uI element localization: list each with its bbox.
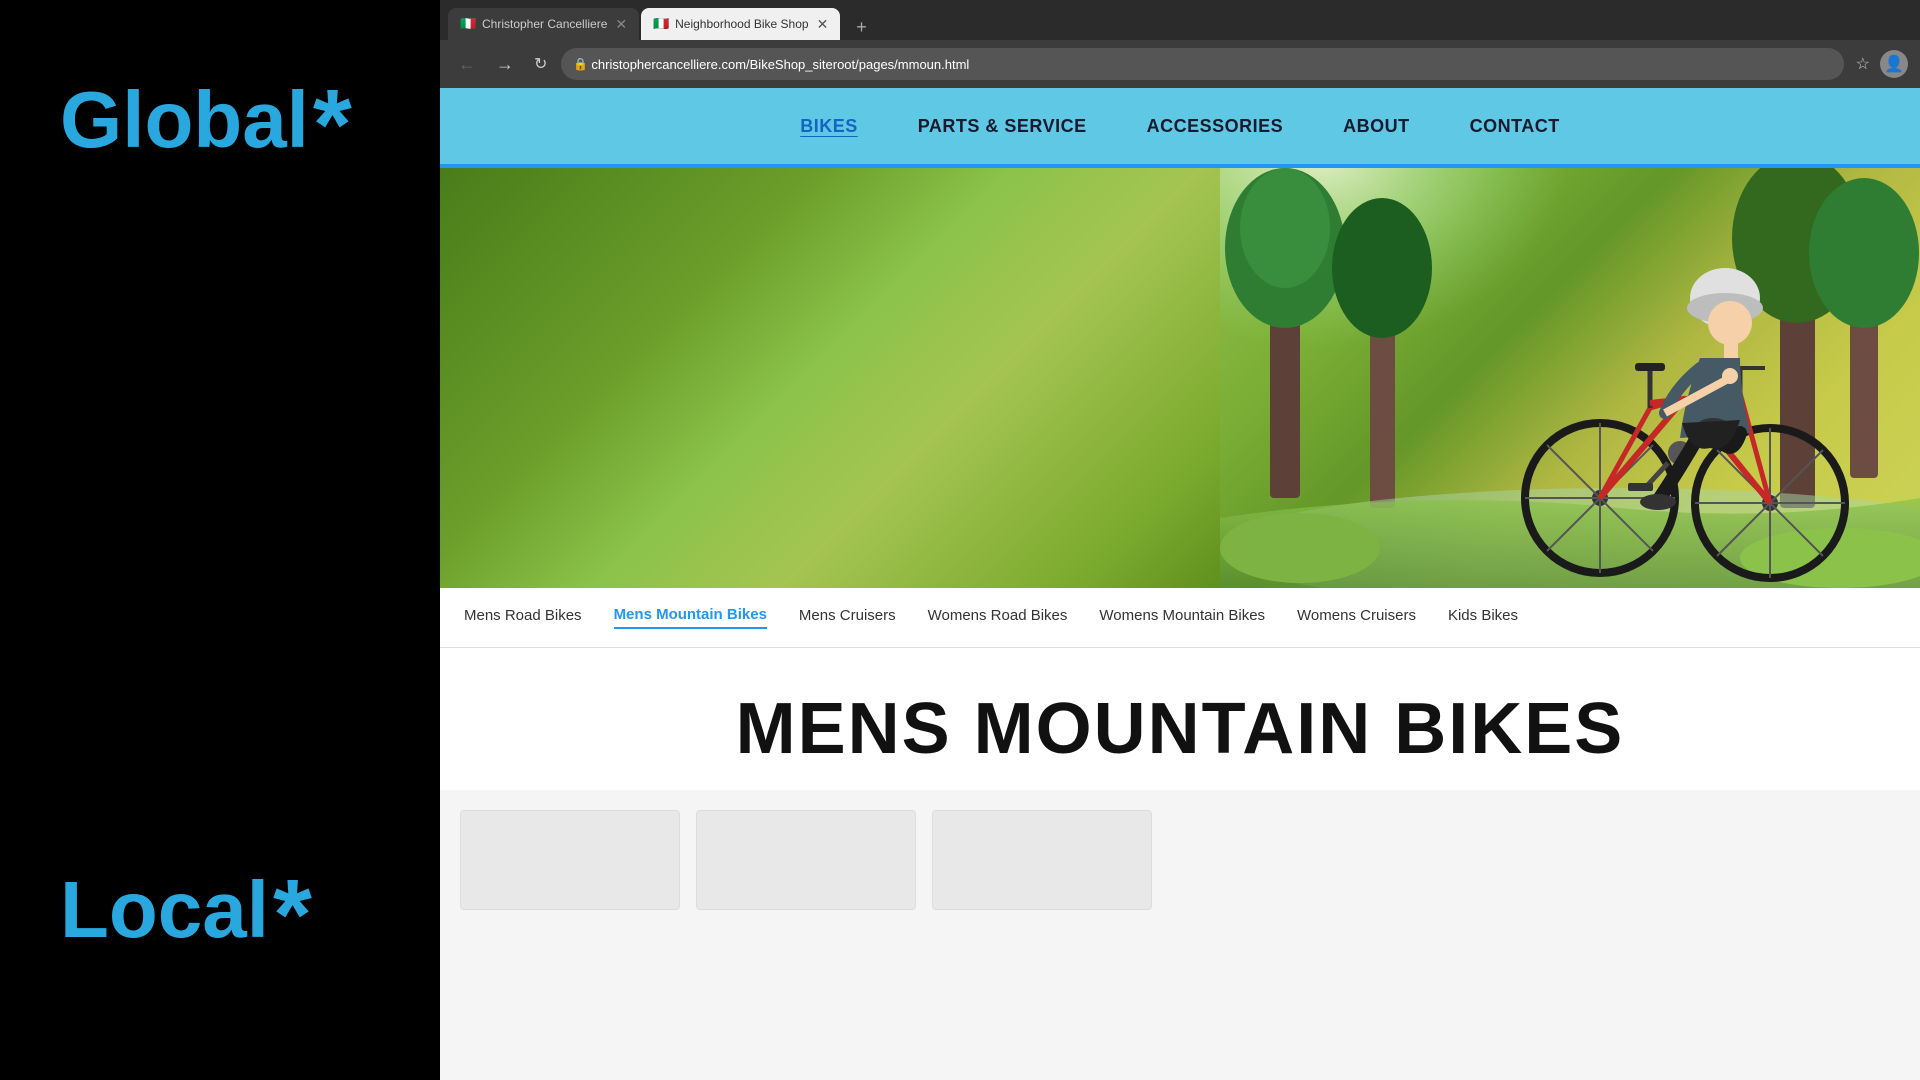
tab2-label: Neighborhood Bike Shop [675, 17, 808, 31]
address-bar: ← → ↻ 🔒 ☆ 👤 [440, 40, 1920, 88]
nav-contact[interactable]: CONTACT [1470, 116, 1560, 137]
page-title: MENS MOUNTAIN BIKES [460, 688, 1900, 770]
product-area [440, 790, 1920, 1080]
global-brand: Global * [60, 80, 400, 170]
subnav-womens-mountain[interactable]: Womens Mountain Bikes [1099, 607, 1265, 628]
browser-chrome: 🇮🇹 Christopher Cancelliere ✕ 🇮🇹 Neighbor… [440, 0, 1920, 88]
tab2-favicon: 🇮🇹 [653, 16, 669, 32]
product-card-1[interactable] [460, 810, 680, 910]
profile-avatar[interactable]: 👤 [1880, 50, 1908, 78]
sub-nav: Mens Road Bikes Mens Mountain Bikes Mens… [440, 588, 1920, 648]
local-asterisk: * [273, 870, 312, 960]
subnav-womens-cruisers[interactable]: Womens Cruisers [1297, 607, 1416, 628]
local-brand: Local * [60, 870, 400, 960]
url-input[interactable] [561, 48, 1843, 80]
global-word: Global [60, 80, 309, 160]
tab1-favicon: 🇮🇹 [460, 16, 476, 32]
tab-bar: 🇮🇹 Christopher Cancelliere ✕ 🇮🇹 Neighbor… [440, 0, 1920, 40]
refresh-button[interactable]: ↻ [528, 50, 553, 78]
tab-neighborhood-bike-shop[interactable]: 🇮🇹 Neighborhood Bike Shop ✕ [641, 8, 840, 40]
hero-image [440, 168, 1920, 588]
tab1-close-icon[interactable]: ✕ [615, 17, 627, 31]
product-card-3[interactable] [932, 810, 1152, 910]
browser-window: 🇮🇹 Christopher Cancelliere ✕ 🇮🇹 Neighbor… [440, 0, 1920, 1080]
page-title-section: MENS MOUNTAIN BIKES [440, 648, 1920, 790]
subnav-kids-bikes[interactable]: Kids Bikes [1448, 607, 1518, 628]
forward-button[interactable]: → [490, 50, 520, 79]
left-sidebar: Global * Local * [0, 0, 440, 1080]
subnav-mens-road[interactable]: Mens Road Bikes [464, 607, 582, 628]
tab2-close-icon[interactable]: ✕ [817, 17, 829, 31]
nav-parts-service[interactable]: PARTS & SERVICE [918, 116, 1087, 137]
new-tab-button[interactable]: + [846, 14, 877, 40]
lock-icon: 🔒 [573, 57, 588, 71]
local-word: Local [60, 870, 269, 950]
nav-about[interactable]: ABOUT [1343, 116, 1410, 137]
hero-overlay [440, 168, 1920, 588]
cyclist-illustration [1220, 168, 1920, 588]
subnav-womens-road[interactable]: Womens Road Bikes [928, 607, 1068, 628]
back-button[interactable]: ← [452, 50, 482, 79]
website-content: BIKES PARTS & SERVICE ACCESSORIES ABOUT … [440, 88, 1920, 1080]
subnav-mens-mountain[interactable]: Mens Mountain Bikes [614, 606, 767, 629]
tab-christopher[interactable]: 🇮🇹 Christopher Cancelliere ✕ [448, 8, 639, 40]
nav-accessories[interactable]: ACCESSORIES [1147, 116, 1284, 137]
global-asterisk: * [313, 80, 352, 170]
url-bar-wrapper: 🔒 [561, 48, 1843, 80]
bookmark-button[interactable]: ☆ [1852, 50, 1874, 78]
product-card-2[interactable] [696, 810, 916, 910]
site-navbar: BIKES PARTS & SERVICE ACCESSORIES ABOUT … [440, 88, 1920, 168]
subnav-mens-cruisers[interactable]: Mens Cruisers [799, 607, 896, 628]
nav-bikes[interactable]: BIKES [800, 116, 858, 137]
tab1-label: Christopher Cancelliere [482, 17, 607, 31]
browser-right-icons: ☆ 👤 [1852, 50, 1908, 78]
